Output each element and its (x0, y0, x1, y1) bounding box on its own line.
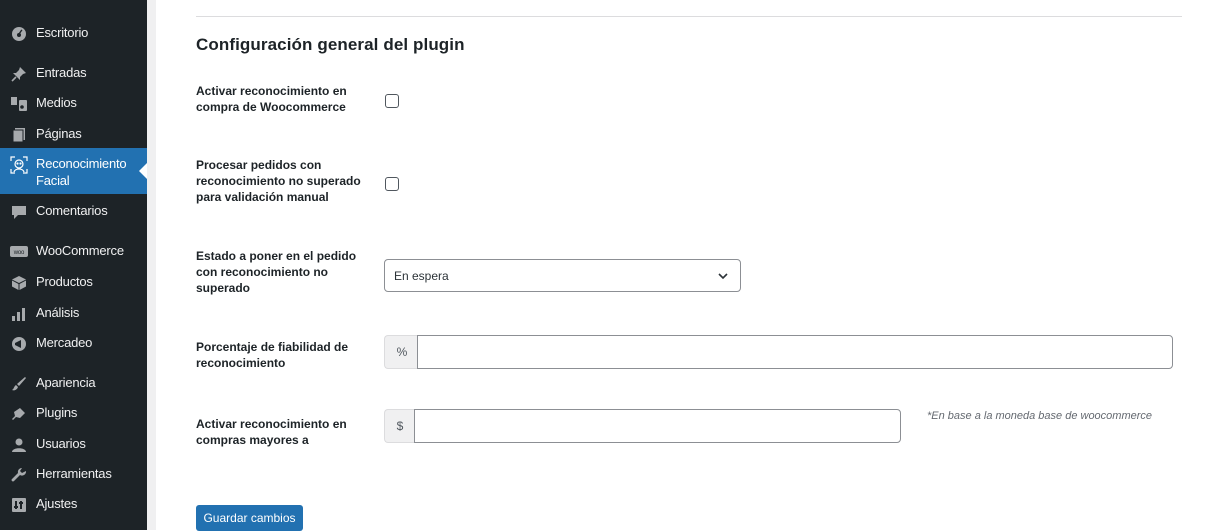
sidebar-item-ajustes[interactable]: Ajustes (0, 495, 147, 517)
order-status-select[interactable]: En espera (384, 259, 741, 292)
divider (196, 16, 1182, 17)
activate-purchase-label: Activar reconocimiento en compra de Wooc… (196, 84, 347, 114)
sidebar-item-label: Plugins (36, 405, 78, 420)
megaphone-icon (9, 334, 29, 354)
save-button[interactable]: Guardar cambios (196, 505, 303, 531)
sidebar-item-label: Productos (36, 274, 93, 289)
sidebar-item-woocommerce[interactable]: woo WooCommerce (0, 242, 147, 264)
sidebar-item-label: Páginas (36, 126, 82, 141)
process-orders-label: Procesar pedidos con reconocimiento no s… (196, 158, 361, 204)
comment-icon (9, 202, 29, 222)
face-recognition-icon (9, 155, 29, 175)
dashboard-icon (9, 24, 29, 44)
sidebar-item-medios[interactable]: Medios (0, 94, 147, 116)
sidebar-item-label: WooCommerce (36, 243, 124, 258)
chevron-down-icon (718, 273, 728, 280)
sidebar-item-label: Escritorio (36, 25, 89, 40)
order-status-label: Estado a poner en el pedido con reconoci… (196, 249, 357, 295)
wrench-icon (9, 465, 29, 485)
sidebar-item-plugins[interactable]: Plugins (0, 404, 147, 426)
content-gutter (147, 0, 156, 530)
paintbrush-icon (9, 374, 29, 394)
woocommerce-icon: woo (9, 242, 29, 262)
sidebar-item-label: Entradas (36, 65, 87, 80)
sidebar-item-entradas[interactable]: Entradas (0, 64, 147, 86)
sidebar-item-label: Medios (36, 95, 77, 110)
order-status-value: En espera (394, 269, 449, 283)
bar-chart-icon (9, 304, 29, 324)
admin-sidebar: Escritorio Entradas Medios Páginas Recon… (0, 0, 147, 530)
reliability-label: Porcentaje de fiabilidad de reconocimien… (196, 340, 349, 370)
sidebar-item-mercadeo[interactable]: Mercadeo (0, 334, 147, 356)
process-orders-checkbox[interactable] (385, 177, 399, 191)
sidebar-item-herramientas[interactable]: Herramientas (0, 465, 147, 487)
sidebar-item-label: Herramientas (36, 466, 112, 481)
settings-icon (9, 495, 29, 515)
activate-purchase-checkbox[interactable] (385, 94, 399, 108)
sidebar-item-usuarios[interactable]: Usuarios (0, 435, 147, 457)
currency-hint: *En base a la moneda base de woocommerce (927, 410, 1153, 422)
sidebar-item-label: Usuarios (36, 436, 86, 451)
sidebar-item-paginas[interactable]: Páginas (0, 125, 147, 147)
sidebar-item-label: Ajustes (36, 496, 78, 511)
plug-icon (9, 404, 29, 424)
sidebar-item-label: Comentarios (36, 203, 108, 218)
sidebar-item-label: Mercadeo (36, 335, 93, 350)
currency-addon: $ (384, 409, 415, 443)
min-amount-label: Activar reconocimiento en compras mayore… (196, 417, 347, 447)
percent-addon: % (384, 335, 419, 369)
page-title: Configuración general del plugin (196, 35, 465, 54)
settings-panel: Configuración general del plugin Activar… (156, 0, 1205, 531)
reliability-input[interactable] (417, 335, 1173, 369)
sidebar-item-label: Análisis (36, 305, 80, 320)
sidebar-item-label: Apariencia (36, 375, 96, 390)
min-amount-input[interactable] (414, 409, 901, 443)
sidebar-item-productos[interactable]: Productos (0, 273, 147, 295)
users-icon (9, 435, 29, 455)
page-icon (9, 125, 29, 145)
sidebar-item-apariencia[interactable]: Apariencia (0, 374, 147, 396)
sidebar-item-label: Reconocimiento Facial (36, 156, 127, 188)
pushpin-icon (9, 64, 29, 84)
sidebar-item-reconocimiento-facial[interactable]: Reconocimiento Facial (0, 148, 147, 194)
sidebar-item-escritorio[interactable]: Escritorio (0, 24, 147, 46)
sidebar-item-comentarios[interactable]: Comentarios (0, 202, 147, 224)
media-icon (9, 94, 29, 114)
sidebar-item-analisis[interactable]: Análisis (0, 304, 147, 324)
product-box-icon (9, 273, 29, 293)
svg-text:woo: woo (13, 250, 25, 256)
